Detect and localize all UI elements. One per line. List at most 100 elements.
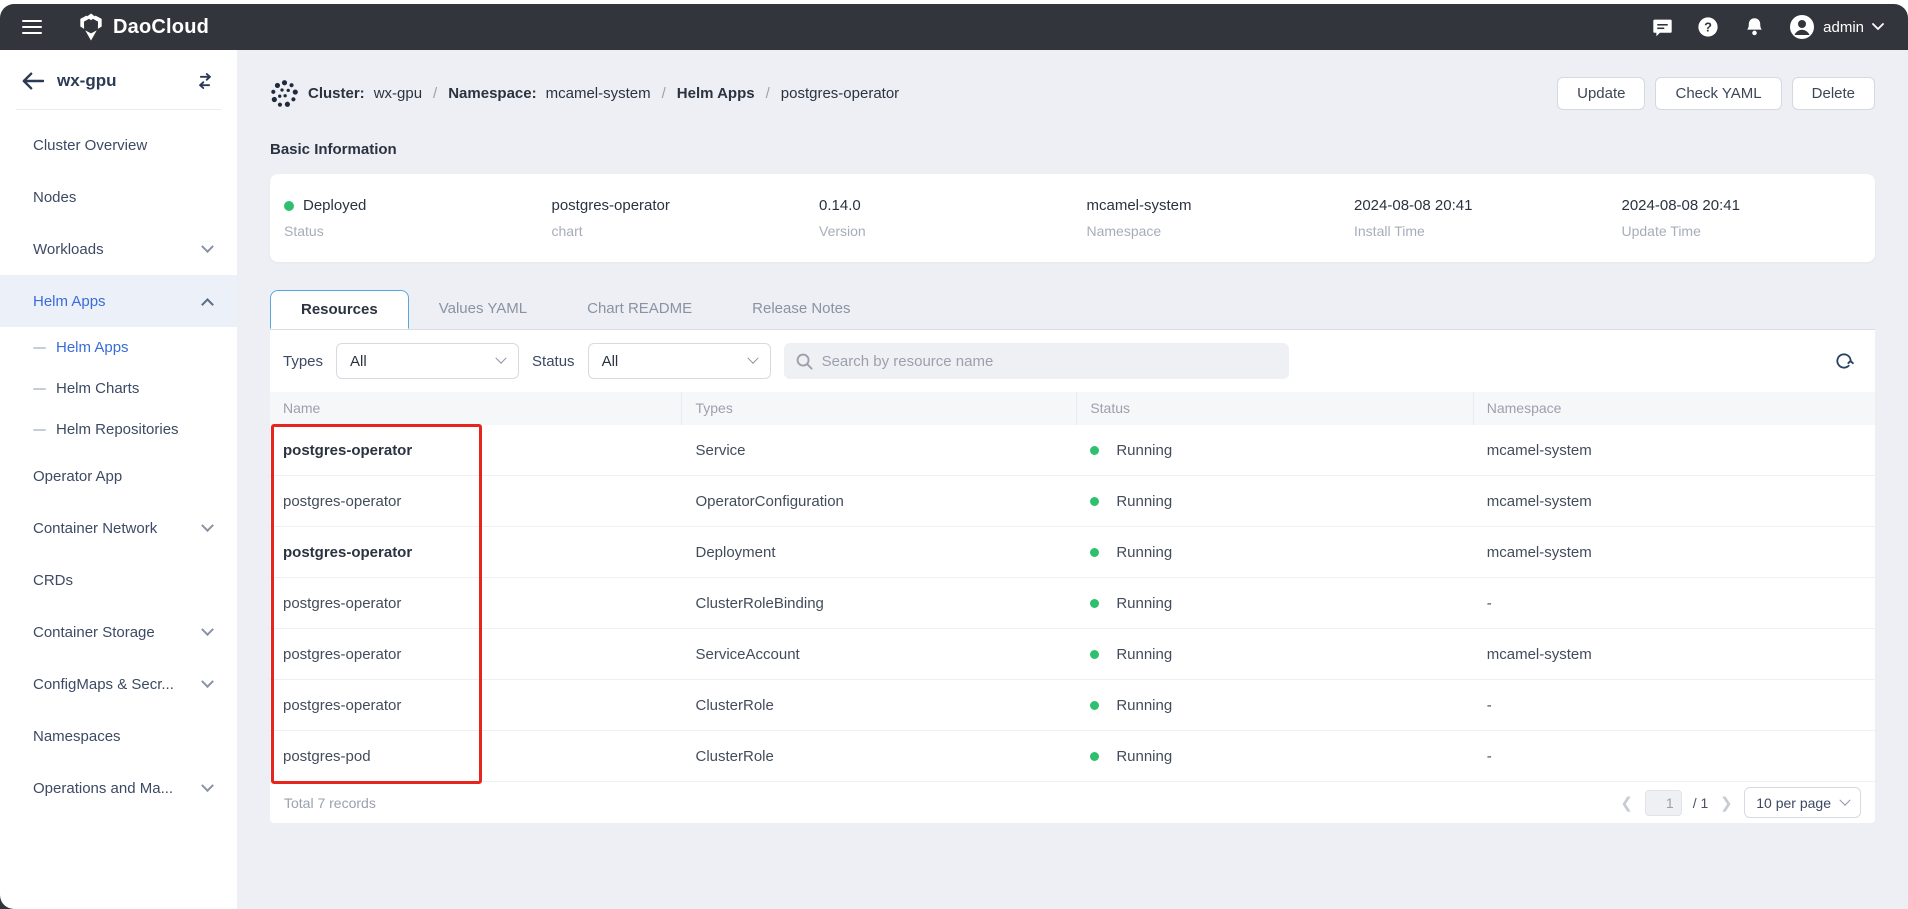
- status-dot-icon: [1090, 548, 1099, 557]
- sidebar-subitem-helm-charts[interactable]: Helm Charts: [0, 368, 237, 409]
- tab-chart-readme[interactable]: Chart README: [557, 290, 722, 329]
- info-field-namespace: mcamel-systemNamespace: [1073, 197, 1341, 239]
- sidebar-subitem-helm-repositories[interactable]: Helm Repositories: [0, 409, 237, 450]
- cell-type: Service: [682, 442, 1077, 459]
- cell-namespace: -: [1474, 595, 1875, 612]
- notifications-bell-icon[interactable]: [1743, 16, 1765, 38]
- tab-release-notes[interactable]: Release Notes: [722, 290, 880, 329]
- prev-page-icon[interactable]: ❮: [1620, 794, 1634, 812]
- column-header-name: Name: [270, 392, 682, 425]
- page-size-select[interactable]: 10 per page: [1744, 787, 1861, 818]
- info-label: chart: [552, 223, 806, 239]
- sidebar-item-operator-app[interactable]: Operator App: [0, 450, 237, 502]
- hamburger-menu-icon[interactable]: [22, 20, 42, 34]
- cell-type: OperatorConfiguration: [682, 493, 1077, 510]
- cell-name: postgres-operator: [270, 697, 682, 714]
- cell-status: Running: [1077, 442, 1473, 459]
- cell-name: postgres-operator: [270, 493, 682, 510]
- next-page-icon[interactable]: ❯: [1719, 794, 1733, 812]
- topbar-right: ? admin: [1651, 14, 1884, 40]
- status-dot-icon: [1090, 752, 1099, 761]
- check-yaml-button[interactable]: Check YAML: [1655, 77, 1781, 110]
- search-box: [784, 343, 1289, 379]
- basic-information-card: DeployedStatuspostgres-operatorchart0.14…: [270, 174, 1875, 262]
- info-value: 0.14.0: [819, 197, 1073, 214]
- page-number-input[interactable]: [1645, 790, 1682, 816]
- sidebar-item-container-network[interactable]: Container Network: [0, 502, 237, 554]
- info-label: Install Time: [1354, 223, 1608, 239]
- sidebar-item-configmaps-secr[interactable]: ConfigMaps & Secr...: [0, 658, 237, 710]
- status-dot-icon: [1090, 650, 1099, 659]
- info-field-status: DeployedStatus: [270, 197, 538, 239]
- update-button[interactable]: Update: [1557, 77, 1645, 110]
- column-header-namespace: Namespace: [1474, 392, 1875, 425]
- back-arrow-icon[interactable]: [22, 72, 44, 90]
- sidebar-item-crds[interactable]: CRDs: [0, 554, 237, 606]
- sidebar-item-helm-apps[interactable]: Helm Apps: [0, 275, 237, 327]
- sidebar-item-operations-and-ma[interactable]: Operations and Ma...: [0, 762, 237, 814]
- status-text: Running: [1116, 493, 1172, 510]
- search-input[interactable]: [822, 353, 1277, 370]
- sidebar-item-label: Cluster Overview: [33, 137, 147, 154]
- chevron-down-icon: [201, 675, 214, 688]
- info-value-text: mcamel-system: [1087, 197, 1192, 214]
- status-filter-label: Status: [532, 353, 575, 370]
- chevron-up-icon: [201, 298, 214, 311]
- sidebar-item-label: Helm Repositories: [56, 421, 179, 438]
- breadcrumb-namespace-value[interactable]: mcamel-system: [546, 85, 651, 102]
- breadcrumb-separator: /: [431, 85, 439, 102]
- sidebar-item-workloads[interactable]: Workloads: [0, 223, 237, 275]
- chat-icon[interactable]: [1651, 16, 1673, 38]
- sidebar-item-label: ConfigMaps & Secr...: [33, 676, 174, 693]
- status-filter-select[interactable]: All: [588, 343, 771, 379]
- refresh-icon[interactable]: [1834, 351, 1854, 371]
- table-body: postgres-operatorServiceRunningmcamel-sy…: [270, 425, 1875, 782]
- sidebar-item-namespaces[interactable]: Namespaces: [0, 710, 237, 762]
- tab-bar: ResourcesValues YAMLChart READMERelease …: [270, 290, 1875, 330]
- table-row: postgres-operatorOperatorConfiguration Ru…: [270, 476, 1875, 527]
- types-filter-select[interactable]: All: [336, 343, 519, 379]
- resources-panel: Types All Status All: [270, 330, 1875, 823]
- tab-resources[interactable]: Resources: [270, 290, 409, 329]
- tab-values-yaml[interactable]: Values YAML: [409, 290, 557, 329]
- cell-status: Running: [1077, 544, 1473, 561]
- chevron-down-icon: [201, 623, 214, 636]
- table-row: postgres-podClusterRoleRunning-: [270, 731, 1875, 782]
- cell-type: ClusterRole: [682, 748, 1077, 765]
- status-dot-icon: [284, 201, 294, 211]
- sidebar-item-label: Helm Charts: [56, 380, 139, 397]
- chevron-down-icon: [747, 353, 758, 364]
- sidebar-item-label: Container Storage: [33, 624, 155, 641]
- breadcrumb-section[interactable]: Helm Apps: [677, 85, 755, 102]
- breadcrumb-cluster-label: Cluster:: [308, 85, 365, 102]
- info-value: 2024-08-08 20:41: [1354, 197, 1608, 214]
- info-value-text: 0.14.0: [819, 197, 861, 214]
- chevron-down-icon: [495, 353, 506, 364]
- svg-text:?: ?: [1704, 20, 1712, 35]
- info-label: Version: [819, 223, 1073, 239]
- sidebar-item-label: CRDs: [33, 572, 73, 589]
- help-icon[interactable]: ?: [1697, 16, 1719, 38]
- user-menu[interactable]: admin: [1789, 14, 1884, 40]
- sidebar-item-container-storage[interactable]: Container Storage: [0, 606, 237, 658]
- sidebar-item-cluster-overview[interactable]: Cluster Overview: [0, 119, 237, 171]
- cell-namespace: -: [1474, 697, 1875, 714]
- sidebar-item-nodes[interactable]: Nodes: [0, 171, 237, 223]
- dash-icon: [33, 347, 46, 349]
- status-text: Running: [1116, 442, 1172, 459]
- cell-type: ClusterRole: [682, 697, 1077, 714]
- avatar: [1789, 14, 1815, 40]
- brand-logo: DaoCloud: [78, 13, 209, 41]
- page-actions: Update Check YAML Delete: [1557, 77, 1875, 110]
- delete-button[interactable]: Delete: [1792, 77, 1875, 110]
- breadcrumb-cluster-value[interactable]: wx-gpu: [374, 85, 422, 102]
- info-value: Deployed: [284, 197, 538, 214]
- sidebar-subitem-helm-apps[interactable]: Helm Apps: [0, 327, 237, 368]
- status-dot-icon: [1090, 701, 1099, 710]
- dash-icon: [33, 388, 46, 390]
- breadcrumb-namespace-label: Namespace:: [448, 85, 536, 102]
- switch-cluster-icon[interactable]: [195, 71, 215, 91]
- breadcrumb-separator: /: [660, 85, 668, 102]
- status-dot-icon: [1090, 599, 1099, 608]
- cell-status: Running: [1077, 748, 1473, 765]
